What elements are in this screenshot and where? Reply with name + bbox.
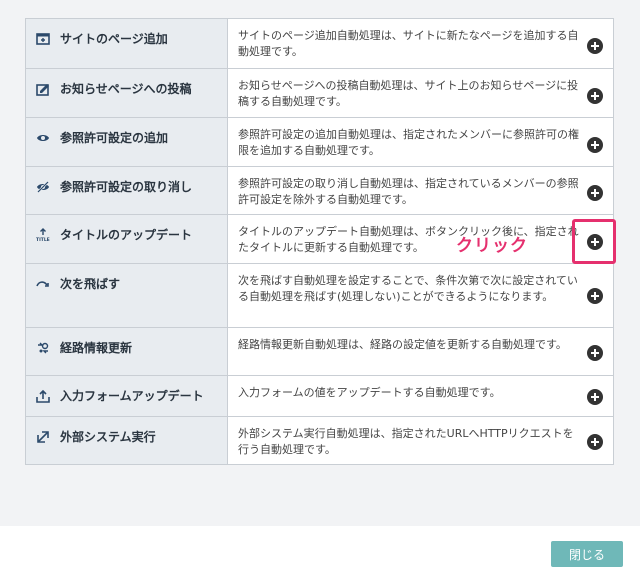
row-description: 外部システム実行自動処理は、指定されたURLへHTTPリクエストを行う自動処理で… [238, 427, 574, 456]
table-row: 外部システム実行 外部システム実行自動処理は、指定されたURLへHTTPリクエス… [26, 416, 613, 464]
add-button[interactable] [587, 288, 603, 304]
eye-slash-icon [36, 180, 50, 194]
eye-icon [36, 131, 50, 145]
add-button[interactable] [587, 88, 603, 104]
row-description: 参照許可設定の取り消し自動処理は、指定されているメンバーの参照許可設定を除外する… [238, 177, 579, 206]
add-button[interactable] [587, 389, 603, 405]
row-name: 外部システム実行 [60, 430, 156, 444]
modal-footer [0, 526, 640, 578]
add-button[interactable] [587, 185, 603, 201]
row-description: サイトのページ追加自動処理は、サイトに新たなページを追加する自動処理です。 [238, 29, 579, 58]
row-name: 参照許可設定の取り消し [60, 180, 193, 194]
svg-text:TITLE: TITLE [36, 237, 50, 242]
title-update-icon: TITLE [36, 228, 50, 242]
row-description: 次を飛ばす自動処理を設定することで、条件次第で次に設定されている自動処理を飛ばす… [238, 274, 578, 303]
row-name: 入力フォームアップデート [60, 389, 204, 403]
add-button[interactable] [587, 345, 603, 361]
row-name: お知らせページへの投稿 [60, 82, 192, 96]
table-row: 次を飛ばす 次を飛ばす自動処理を設定することで、条件次第で次に設定されている自動… [26, 263, 613, 327]
row-name: サイトのページ追加 [60, 32, 168, 46]
row-description: お知らせページへの投稿自動処理は、サイト上のお知らせページに投稿する自動処理です… [238, 79, 579, 108]
click-annotation: クリック [456, 236, 528, 256]
modal-body: サイトのページ追加 サイトのページ追加自動処理は、サイトに新たなページを追加する… [0, 0, 640, 526]
table-row: 参照許可設定の取り消し 参照許可設定の取り消し自動処理は、指定されているメンバー… [26, 166, 613, 214]
skip-icon [36, 277, 50, 291]
table-row: 経路情報更新 経路情報更新自動処理は、経路の設定値を更新する自動処理です。 [26, 327, 613, 375]
row-name: タイトルのアップデート [60, 228, 193, 242]
add-button[interactable] [587, 434, 603, 450]
add-button[interactable] [587, 137, 603, 153]
notice-post-icon [36, 82, 50, 96]
table-row: お知らせページへの投稿 お知らせページへの投稿自動処理は、サイト上のお知らせペー… [26, 68, 613, 117]
external-link-icon [36, 430, 50, 444]
route-update-icon [36, 341, 50, 355]
add-button[interactable] [587, 38, 603, 54]
page-add-icon [36, 32, 50, 46]
table-row: サイトのページ追加 サイトのページ追加自動処理は、サイトに新たなページを追加する… [26, 19, 613, 68]
table-row: 入力フォームアップデート 入力フォームの値をアップデートする自動処理です。 [26, 375, 613, 416]
row-description: 参照許可設定の追加自動処理は、指定されたメンバーに参照許可の権限を追加する自動処… [238, 128, 579, 157]
row-name: 次を飛ばす [60, 277, 121, 291]
row-name: 参照許可設定の追加 [60, 131, 169, 145]
row-name: 経路情報更新 [60, 341, 133, 355]
add-button[interactable] [587, 234, 603, 250]
row-description: 入力フォームの値をアップデートする自動処理です。 [238, 386, 501, 399]
row-description: 経路情報更新自動処理は、経路の設定値を更新する自動処理です。 [238, 338, 567, 351]
close-button[interactable]: 閉じる [551, 541, 623, 567]
table-row: 参照許可設定の追加 参照許可設定の追加自動処理は、指定されたメンバーに参照許可の… [26, 117, 613, 166]
form-upload-icon [36, 389, 50, 403]
